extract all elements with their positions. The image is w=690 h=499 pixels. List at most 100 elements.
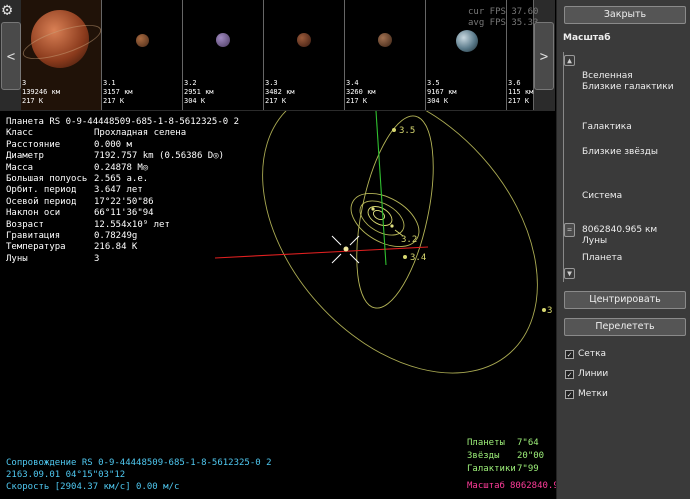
thumb-id: 3.6 [508, 79, 521, 87]
stat-planets-label: Планеты [467, 438, 505, 448]
lines-checkbox[interactable]: ✓ [565, 370, 574, 379]
thumbnail-3-3[interactable]: 3.3 3482 км 217 K [264, 0, 345, 110]
grid-checkbox-label[interactable]: Сетка [578, 349, 606, 359]
thumbnail-3-1[interactable]: 3.1 3157 км 217 K [102, 0, 183, 110]
fps-average: avg FPS 35.33 [468, 18, 539, 28]
scale-current-value: 8062840.965 км [582, 225, 658, 235]
planet-info-panel: Планета RS 0-9-44448509-685-1-8-5612325-… [6, 117, 239, 265]
info-key: Возраст [6, 219, 44, 230]
info-value: 0.000 м [94, 139, 132, 150]
moon-inner-b[interactable] [390, 224, 394, 228]
info-key: Температура [6, 242, 66, 253]
label-3-2[interactable]: 3.2 [401, 235, 417, 245]
info-row: Возраст 12.554x10⁹ лет [6, 220, 239, 231]
info-key: Расстояние [6, 139, 61, 150]
info-row: Расстояние 0.000 м [6, 140, 239, 151]
center-button[interactable]: Центрировать [564, 291, 686, 309]
planet-title: Планета RS 0-9-44448509-685-1-8-5612325-… [6, 117, 239, 127]
scale-level-moons[interactable]: Луны [582, 236, 607, 246]
scale-level-system[interactable]: Система [582, 191, 622, 201]
sim-date: 2163.09.01 04°15"03"12 [6, 470, 126, 480]
thumb-id: 3.2 [184, 79, 197, 87]
planet-image [456, 30, 478, 52]
stat-planets-value: 7"64 [517, 438, 539, 448]
fly-to-button[interactable]: Перелететь [564, 318, 686, 336]
moon-3-4[interactable] [403, 255, 407, 259]
thumb-size: 2951 км [184, 88, 214, 96]
thumb-temp: 217 K [346, 97, 368, 105]
axis-red [214, 246, 429, 259]
thumb-size: 139246 км [22, 88, 60, 96]
info-row: Луны 3 [6, 254, 239, 265]
info-row: Диаметр 7192.757 km (0.56386 D◎) [6, 151, 239, 162]
info-key: Осевой период [6, 196, 77, 207]
info-value: 17°22'50"86 [94, 196, 154, 207]
scale-title: Масштаб [563, 33, 611, 43]
planet-image [297, 33, 311, 47]
scale-slider-track[interactable] [563, 52, 576, 282]
lines-checkbox-label[interactable]: Линии [578, 369, 608, 379]
info-key: Луны [6, 253, 28, 264]
thumb-id: 3.3 [265, 79, 278, 87]
scale-up-button[interactable]: ▲ [564, 55, 575, 66]
info-row: Наклон оси 66°11'36"94 [6, 208, 239, 219]
gear-icon[interactable]: ⚙ [2, 1, 20, 19]
thumb-id: 3 [22, 79, 27, 87]
moon-inner[interactable] [371, 207, 375, 211]
info-row: Орбит. период 3.647 лет [6, 185, 239, 196]
thumb-temp: 217 K [103, 97, 125, 105]
stat-galaxies-value: 7"99 [517, 464, 539, 474]
scale-level-near-galaxies[interactable]: Близкие галактики [582, 82, 674, 92]
thumb-size: 9167 км [427, 88, 457, 96]
scale-level-galaxy[interactable]: Галактика [582, 122, 632, 132]
scroll-right-button[interactable]: > [534, 22, 554, 90]
info-key: Большая полуось [6, 174, 88, 185]
close-button[interactable]: Закрыть [564, 6, 686, 24]
info-key: Диаметр [6, 151, 44, 162]
labels-checkbox[interactable]: ✓ [565, 390, 574, 399]
info-value: Прохладная селена [94, 128, 187, 139]
thumb-temp: 304 K [184, 97, 206, 105]
stat-galaxies-label: Галактики [467, 464, 516, 474]
label-3[interactable]: 3 [547, 306, 552, 316]
thumb-id: 3.4 [346, 79, 359, 87]
thumb-size: 3482 км [265, 88, 295, 96]
info-row: Большая полуось 2.565 а.е. [6, 174, 239, 185]
scroll-left-button[interactable]: < [1, 22, 21, 90]
info-row: Температура 216.84 K [6, 242, 239, 253]
scale-down-button[interactable]: ▼ [564, 268, 575, 279]
planet-image [136, 34, 149, 47]
scale-level-universe[interactable]: Вселенная [582, 71, 633, 81]
label-3-4[interactable]: 3.4 [410, 253, 426, 263]
info-value: 0.78249g [94, 231, 138, 242]
info-row: Масса 0.24878 M◎ [6, 163, 239, 174]
info-row: Осевой период 17°22'50"86 [6, 197, 239, 208]
thumbnail-3[interactable]: 3 139246 км 217 K [19, 0, 105, 110]
selected-planet[interactable] [343, 246, 349, 252]
info-value: 3 [94, 253, 100, 264]
moon-3[interactable] [542, 308, 546, 312]
scale-slider-handle[interactable]: = [564, 223, 575, 237]
thumb-temp: 217 K [265, 97, 287, 105]
planet-image [216, 33, 230, 47]
thumbnail-3-2[interactable]: 3.2 2951 км 304 K [183, 0, 264, 110]
labels-checkbox-label[interactable]: Метки [578, 389, 608, 399]
info-key: Орбит. период [6, 185, 77, 196]
control-panel: Закрыть Масштаб ▲ = ▼ Вселенная Близкие … [556, 0, 690, 499]
scale-level-planet[interactable]: Планета [582, 253, 622, 263]
thumb-id: 3.1 [103, 79, 116, 87]
fps-current: cur FPS 37.60 [468, 7, 539, 17]
info-value: 0.24878 M◎ [94, 162, 149, 173]
thumb-size: 115 км [508, 88, 534, 96]
moon-3-5[interactable] [392, 128, 396, 132]
label-3-5[interactable]: 3.5 [399, 126, 415, 136]
orbit-inner-4 [372, 209, 386, 221]
grid-checkbox[interactable]: ✓ [565, 350, 574, 359]
orbit-mid [356, 115, 434, 309]
info-key: Класс [6, 128, 34, 139]
scale-level-near-stars[interactable]: Близкие звёзды [582, 147, 658, 157]
info-value: 216.84 K [94, 242, 138, 253]
tracking-target: Сопровождение RS 0-9-44448509-685-1-8-56… [6, 458, 272, 468]
thumbnail-3-4[interactable]: 3.4 3260 км 217 K [345, 0, 426, 110]
stat-stars-value: 20"00 [517, 451, 545, 461]
